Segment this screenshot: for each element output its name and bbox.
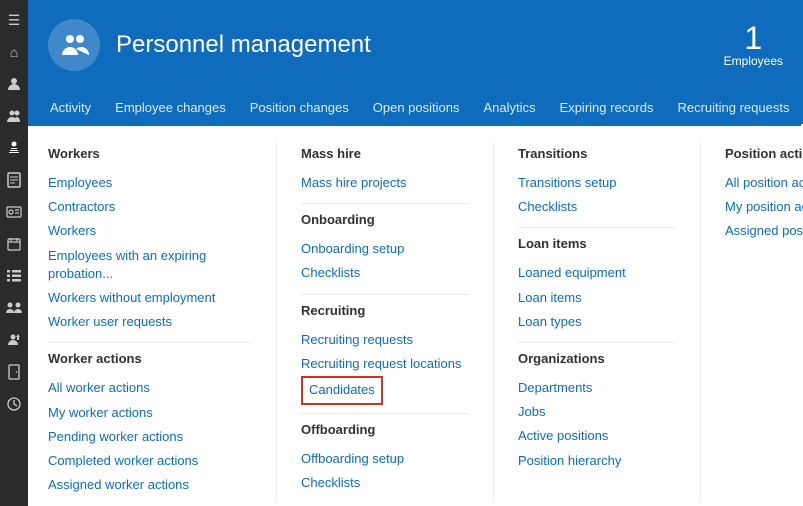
person-icon[interactable]: [0, 68, 28, 100]
group-icon[interactable]: [0, 100, 28, 132]
link-transitions-checklists[interactable]: Checklists: [518, 195, 676, 219]
link-active-positions[interactable]: Active positions: [518, 424, 676, 448]
page-title: Personnel management: [116, 31, 371, 59]
link-my-worker-actions[interactable]: My worker actions: [48, 401, 252, 425]
tab-open-positions[interactable]: Open positions: [361, 90, 472, 126]
link-assigned-position-actions[interactable]: Assigned position actions: [725, 219, 803, 243]
link-position-hierarchy[interactable]: Position hierarchy: [518, 449, 676, 473]
sidebar: ☰ ⌂: [0, 0, 28, 506]
tab-expiring-records[interactable]: Expiring records: [548, 90, 666, 126]
link-loan-items[interactable]: Loan items: [518, 286, 676, 310]
content-area: Workers Employees Contractors Workers Em…: [28, 126, 803, 506]
workers-title: Workers: [48, 146, 252, 163]
link-worker-user-requests[interactable]: Worker user requests: [48, 310, 252, 334]
link-contractors[interactable]: Contractors: [48, 195, 252, 219]
link-recruiting-requests[interactable]: Recruiting requests: [301, 328, 469, 352]
tab-recruiting-requests[interactable]: Recruiting requests: [665, 90, 801, 126]
tab-employee-changes[interactable]: Employee changes: [103, 90, 238, 126]
link-loaned-equipment[interactable]: Loaned equipment: [518, 261, 676, 285]
col-divider-3: [700, 142, 701, 501]
link-workers[interactable]: Workers: [48, 219, 252, 243]
tab-analytics[interactable]: Analytics: [472, 90, 548, 126]
tab-activity[interactable]: Activity: [38, 90, 103, 126]
links-menu: Workers Employees Contractors Workers Em…: [48, 142, 783, 501]
doc-icon[interactable]: [0, 164, 28, 196]
link-loan-types[interactable]: Loan types: [518, 310, 676, 334]
header-stat: 1 Employees: [724, 22, 783, 68]
section-divider-3: [301, 294, 469, 295]
stat-number: 1: [724, 22, 783, 54]
link-onboarding-setup[interactable]: Onboarding setup: [301, 237, 469, 261]
hamburger-icon[interactable]: ☰: [0, 4, 28, 36]
clock-icon[interactable]: [0, 388, 28, 420]
link-offboarding-setup[interactable]: Offboarding setup: [301, 447, 469, 471]
onboarding-title: Onboarding: [301, 212, 469, 229]
position-actions-title: Position actions: [725, 146, 803, 163]
hire-section: Mass hire Mass hire projects Onboarding …: [285, 142, 485, 501]
link-mass-hire-projects[interactable]: Mass hire projects: [301, 171, 469, 195]
section-divider-6: [518, 342, 676, 343]
link-jobs[interactable]: Jobs: [518, 400, 676, 424]
link-recruiting-locations[interactable]: Recruiting request locations: [301, 352, 469, 376]
link-workers-no-employment[interactable]: Workers without employment: [48, 286, 252, 310]
section-divider-2: [301, 203, 469, 204]
col-divider-1: [276, 142, 277, 501]
link-all-worker-actions[interactable]: All worker actions: [48, 376, 252, 400]
transfer-icon[interactable]: [0, 292, 28, 324]
person-up-icon[interactable]: [0, 324, 28, 356]
link-departments[interactable]: Departments: [518, 376, 676, 400]
link-employees[interactable]: Employees: [48, 171, 252, 195]
recruiting-title: Recruiting: [301, 303, 469, 320]
transitions-title: Transitions: [518, 146, 676, 163]
offboarding-title: Offboarding: [301, 422, 469, 439]
position-actions-section: Position actions All position actions My…: [709, 142, 803, 501]
mass-hire-title: Mass hire: [301, 146, 469, 163]
calendar-icon[interactable]: [0, 228, 28, 260]
link-pending-worker-actions[interactable]: Pending worker actions: [48, 425, 252, 449]
home-icon[interactable]: ⌂: [0, 36, 28, 68]
link-assigned-worker-actions[interactable]: Assigned worker actions: [48, 473, 252, 497]
door-icon[interactable]: [0, 356, 28, 388]
link-employees-expiring[interactable]: Employees with an expiring probation...: [48, 244, 252, 286]
link-onboarding-checklists[interactable]: Checklists: [301, 261, 469, 285]
organizations-title: Organizations: [518, 351, 676, 368]
col-divider-2: [493, 142, 494, 501]
list-icon[interactable]: [0, 260, 28, 292]
link-all-position-actions[interactable]: All position actions: [725, 171, 803, 195]
section-divider-4: [301, 413, 469, 414]
manage-icon[interactable]: [0, 132, 28, 164]
tab-position-changes[interactable]: Position changes: [238, 90, 361, 126]
link-offboarding-checklists[interactable]: Checklists: [301, 471, 469, 495]
workers-section: Workers Employees Contractors Workers Em…: [48, 142, 268, 501]
link-completed-worker-actions[interactable]: Completed worker actions: [48, 449, 252, 473]
module-icon: [48, 19, 100, 71]
worker-actions-title: Worker actions: [48, 351, 252, 368]
stat-label: Employees: [724, 54, 783, 68]
person-card-icon[interactable]: [0, 196, 28, 228]
nav-tabs: Activity Employee changes Position chang…: [28, 90, 803, 126]
link-my-position-actions[interactable]: My position actions: [725, 195, 803, 219]
main-area: Personnel management 1 Employees Activit…: [28, 0, 803, 506]
section-divider-1: [48, 342, 252, 343]
section-divider-5: [518, 227, 676, 228]
transitions-section: Transitions Transitions setup Checklists…: [502, 142, 692, 501]
loan-items-title: Loan items: [518, 236, 676, 253]
link-transitions-setup[interactable]: Transitions setup: [518, 171, 676, 195]
page-header: Personnel management 1 Employees: [28, 0, 803, 90]
link-candidates[interactable]: Candidates: [301, 376, 383, 405]
